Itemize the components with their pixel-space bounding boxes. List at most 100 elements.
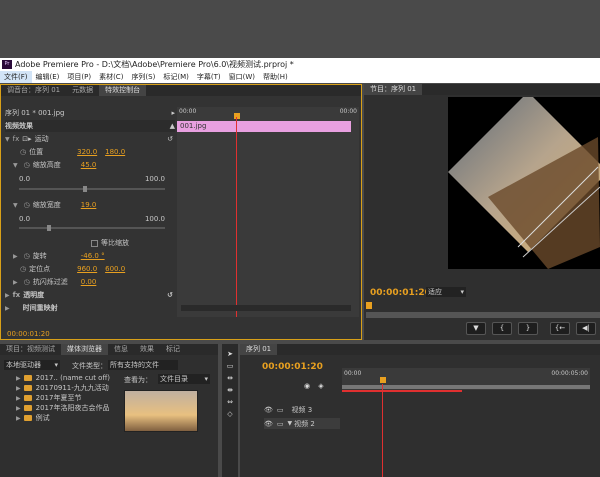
slider-knob[interactable] [47, 225, 51, 231]
stopwatch-icon[interactable]: ◷ [24, 161, 30, 169]
monitor-playhead-icon[interactable] [366, 302, 372, 309]
folder-item[interactable]: ▶ 20170911-九九九活动 [16, 383, 116, 393]
tab-program[interactable]: 节目：序列 01 [364, 84, 423, 95]
file-type-dropdown[interactable]: 所有支持的文件 [108, 360, 178, 370]
effect-scrollbar[interactable] [181, 305, 351, 311]
expand-arrow-icon[interactable]: ▶ [16, 375, 21, 382]
tab-info[interactable]: 信息 [108, 344, 134, 355]
folder-icon [23, 405, 32, 411]
slider-knob[interactable] [83, 186, 87, 192]
mark-out-button[interactable]: } [518, 322, 538, 335]
folder-item[interactable]: ▶ 例试 [16, 413, 116, 423]
step-back-button[interactable]: ◀| [576, 322, 596, 335]
scale-width-value[interactable]: 19.0 [81, 201, 97, 209]
fit-dropdown[interactable]: 适应 ▾ [426, 287, 466, 297]
marker-icon[interactable]: ◈ [316, 382, 326, 390]
stopwatch-icon[interactable]: ◷ [20, 148, 26, 156]
view-as-dropdown[interactable]: 文件目录 ▾ [158, 374, 210, 384]
menu-window[interactable]: 窗口(W) [225, 71, 259, 83]
position-y-value[interactable]: 180.0 [105, 148, 125, 156]
expand-arrow-icon[interactable]: ▼ [288, 420, 293, 427]
work-area-bar[interactable] [342, 385, 590, 389]
tab-audio-mixer[interactable]: 调音台：序列 01 [1, 85, 66, 96]
playhead-marker-icon[interactable] [234, 113, 240, 119]
scale-width-slider[interactable] [19, 225, 165, 231]
position-x-value[interactable]: 320.0 [77, 148, 105, 156]
reset-icon[interactable]: ↺ [167, 291, 173, 299]
timeline-timecode[interactable]: 00:00:01:20 [262, 362, 323, 372]
monitor-scrub-bar[interactable] [366, 312, 600, 318]
flicker-value[interactable]: 0.00 [81, 278, 97, 286]
expand-arrow-icon[interactable]: ▶ [13, 253, 18, 260]
razor-tool-icon[interactable]: ◇ [225, 410, 235, 418]
effect-timecode[interactable]: 00:00:01:20 [7, 330, 50, 338]
mark-in-button[interactable]: { [492, 322, 512, 335]
lock-icon[interactable]: ▭ [277, 420, 284, 428]
timeline-playhead-icon[interactable] [380, 377, 386, 383]
anchor-y-value[interactable]: 600.0 [105, 265, 125, 273]
stopwatch-icon[interactable]: ◷ [24, 201, 30, 209]
stopwatch-icon[interactable]: ◷ [24, 252, 30, 260]
media-thumbnail[interactable] [124, 390, 198, 432]
folder-item[interactable]: ▶ 2017.. (name cut off) [16, 373, 116, 383]
expand-arrow-icon[interactable]: ▶ [16, 405, 21, 412]
position-label: 位置 [29, 148, 44, 156]
scale-height-slider[interactable] [19, 186, 165, 192]
video-effects-label: 视频效果 [5, 122, 33, 130]
menu-clip[interactable]: 素材(C) [95, 71, 127, 83]
program-monitor-panel: 节目：序列 01 00:00:01:20 适应 ▾ [364, 84, 600, 340]
expand-arrow-icon[interactable]: ▼ [13, 202, 18, 209]
expand-arrow-icon[interactable]: ▼ [13, 162, 18, 169]
expand-arrow-icon[interactable]: ▶ [13, 279, 18, 286]
stopwatch-icon[interactable]: ◷ [20, 265, 26, 273]
tab-markers[interactable]: 标记 [160, 344, 186, 355]
expand-arrow-icon[interactable]: ▶ [16, 395, 21, 402]
tab-effect-controls[interactable]: 特效控制台 [99, 85, 147, 96]
opacity-row[interactable]: ▶ fx 透明度 ↺ [5, 289, 175, 301]
tab-media-browser[interactable]: 媒体浏览器 [61, 344, 108, 355]
go-to-in-button[interactable]: {← [550, 322, 570, 335]
ripple-edit-tool-icon[interactable]: ⇹ [225, 374, 235, 382]
expand-arrow-icon[interactable]: ▶ [16, 415, 21, 422]
eye-icon[interactable]: 👁 [264, 406, 273, 414]
menu-file[interactable]: 文件(F) [0, 71, 32, 83]
uniform-scale-checkbox[interactable] [91, 239, 98, 247]
effect-clip-bar[interactable]: 001.jpg [177, 121, 351, 132]
eye-icon[interactable]: 👁 [264, 420, 273, 428]
menu-marker[interactable]: 标记(M) [159, 71, 193, 83]
rate-stretch-tool-icon[interactable]: ⇔ [225, 398, 235, 406]
expand-arrow-icon[interactable]: ▼ [5, 136, 10, 143]
expand-arrow-icon[interactable]: ▶ [5, 292, 10, 299]
motion-row[interactable]: ▼ fx ⊡▸ 运动 ↺ [5, 133, 175, 145]
time-remap-row[interactable]: ▶ 时间重映射 [5, 302, 175, 314]
folder-item[interactable]: ▶ 2017年夏至节 [16, 393, 116, 403]
scroll-up-icon[interactable]: ▲ [170, 122, 175, 130]
add-marker-button[interactable]: ▼ [466, 322, 486, 335]
ruler-start: 00:00 [179, 108, 197, 115]
menu-help[interactable]: 帮助(H) [259, 71, 292, 83]
stopwatch-icon[interactable]: ◷ [24, 278, 30, 286]
expand-arrow-icon[interactable]: ▶ [5, 305, 10, 312]
menu-title[interactable]: 字幕(T) [193, 71, 225, 83]
snap-icon[interactable]: ◉ [302, 382, 312, 390]
tab-sequence[interactable]: 序列 01 [240, 344, 278, 355]
tab-metadata[interactable]: 元数据 [66, 85, 99, 96]
selection-tool-icon[interactable]: ➤ [225, 350, 235, 358]
tab-effects[interactable]: 效果 [134, 344, 160, 355]
rolling-edit-tool-icon[interactable]: ⇼ [225, 386, 235, 394]
anchor-x-value[interactable]: 960.0 [77, 265, 105, 273]
lock-icon[interactable]: ▭ [277, 406, 284, 414]
reset-icon[interactable]: ↺ [167, 135, 173, 143]
location-dropdown[interactable]: 本地驱动器 ▾ [4, 360, 60, 370]
tab-project[interactable]: 项目：视频测试 [0, 344, 61, 355]
menu-edit[interactable]: 编辑(E) [32, 71, 64, 83]
folder-item[interactable]: ▶ 2017年洛阳夜古会作品 [16, 403, 116, 413]
menu-sequence[interactable]: 序列(S) [127, 71, 159, 83]
menu-project[interactable]: 项目(P) [63, 71, 95, 83]
rotation-value[interactable]: -46.0 ° [81, 252, 105, 260]
scroll-right-icon[interactable]: ▸ [171, 109, 175, 117]
track-select-tool-icon[interactable]: ▭ [225, 362, 235, 370]
expand-arrow-icon[interactable]: ▶ [16, 385, 21, 392]
monitor-timecode[interactable]: 00:00:01:20 [370, 288, 431, 298]
scale-height-value[interactable]: 45.0 [81, 161, 97, 169]
